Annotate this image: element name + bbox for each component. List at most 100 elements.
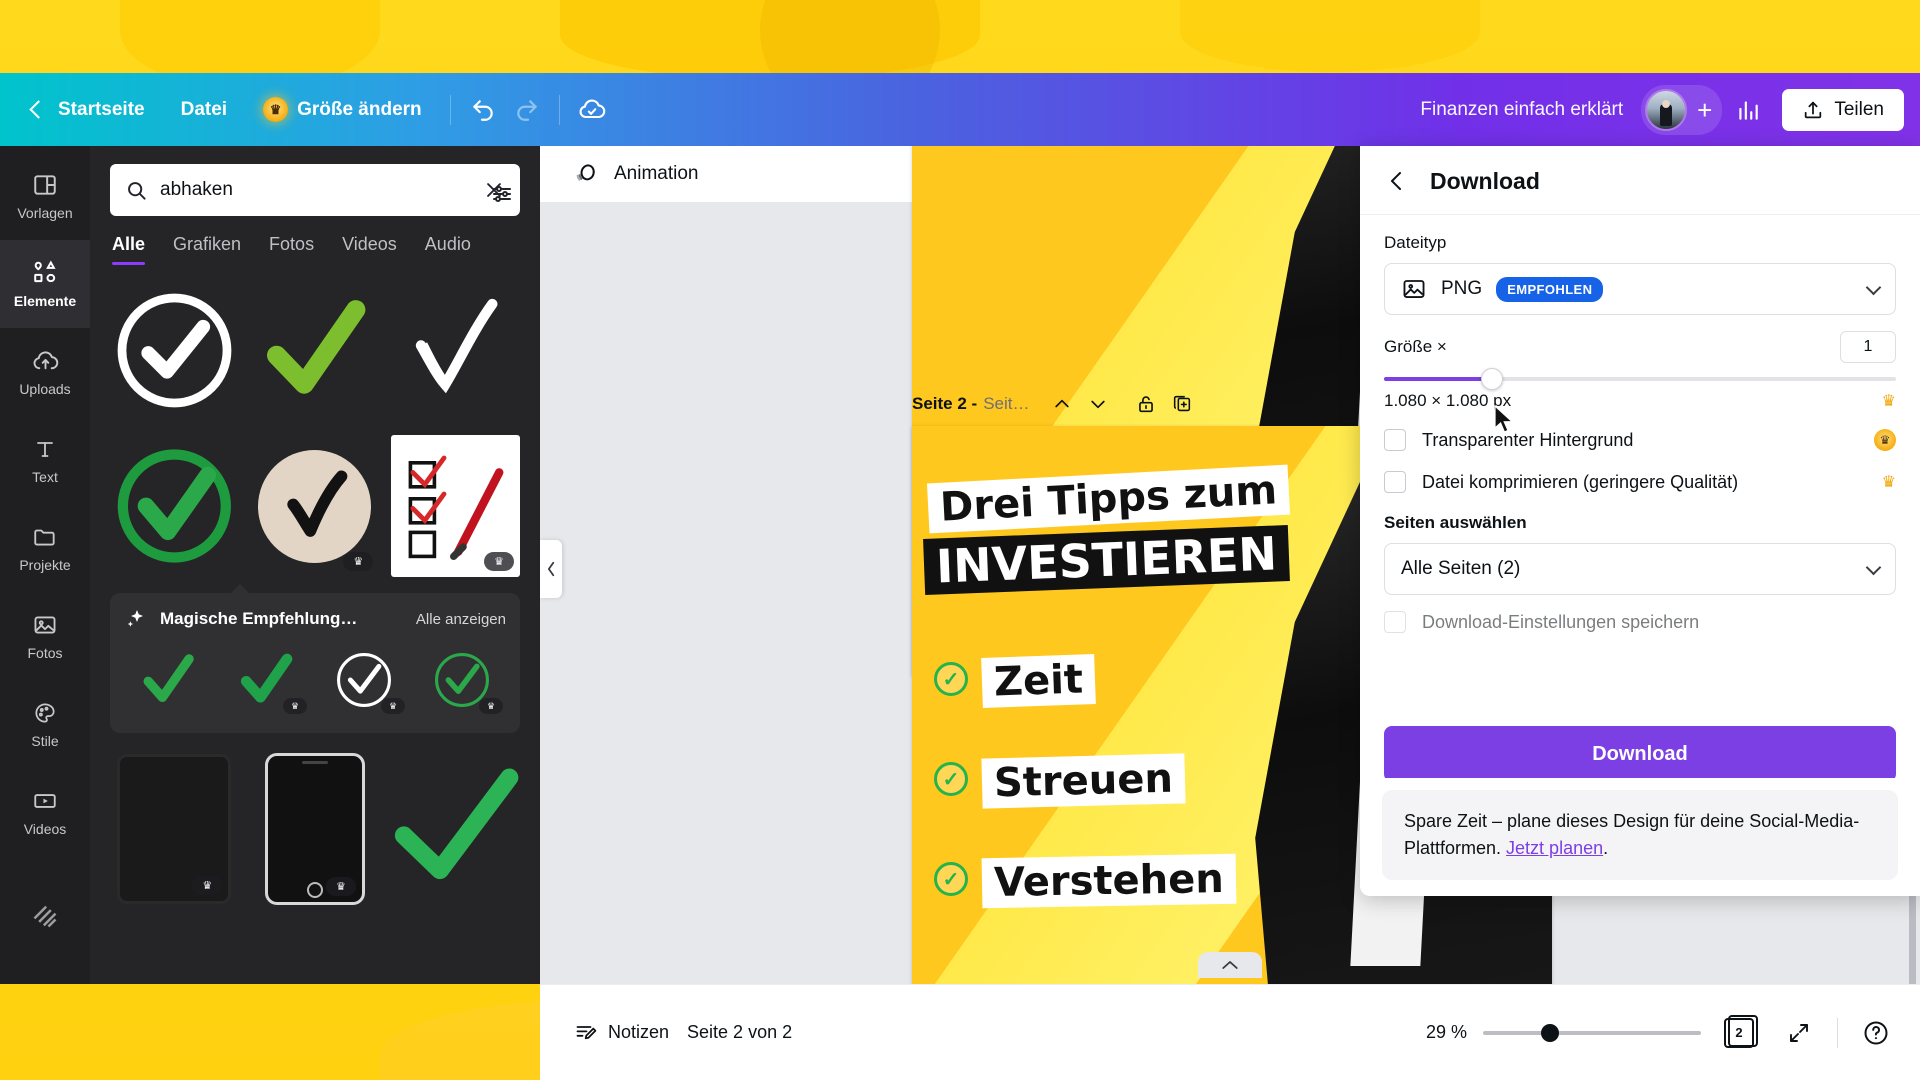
element-thumb[interactable] xyxy=(391,279,520,421)
sidebar-item-projekte[interactable]: Projekte xyxy=(0,504,90,592)
document-title: Finanzen einfach erklärt xyxy=(1420,98,1624,120)
compress-file-row[interactable]: Datei komprimieren (geringere Qualität) … xyxy=(1384,471,1896,493)
check-icon-3: ✓ xyxy=(934,862,968,896)
add-collaborator-button[interactable]: + xyxy=(1697,97,1712,123)
notes-button[interactable]: Notizen xyxy=(562,1013,681,1053)
tab-label: Grafiken xyxy=(173,234,242,254)
download-panel-header: Download xyxy=(1360,146,1920,215)
schedule-link[interactable]: Jetzt planen xyxy=(1506,838,1603,858)
element-thumb[interactable] xyxy=(110,435,239,577)
chevron-up-icon xyxy=(1222,961,1238,969)
size-slider[interactable] xyxy=(1384,368,1896,390)
tab-fotos[interactable]: Fotos xyxy=(269,234,314,265)
home-label: Startseite xyxy=(58,98,145,120)
tab-videos[interactable]: Videos xyxy=(342,234,397,265)
collapse-panel-handle[interactable] xyxy=(540,540,562,598)
collaborators[interactable]: + xyxy=(1641,84,1723,135)
file-menu-button[interactable]: Datei xyxy=(163,90,245,130)
magic-thumb[interactable]: ♛ xyxy=(320,643,408,717)
compress-file-checkbox[interactable] xyxy=(1384,471,1406,493)
page-grid-icon[interactable]: 2 xyxy=(1717,1011,1761,1055)
download-panel-footer: Spare Zeit – plane dieses Design für dei… xyxy=(1360,778,1920,896)
share-button[interactable]: Teilen xyxy=(1782,88,1904,131)
scroll-up-handle[interactable] xyxy=(1198,952,1262,978)
text-icon xyxy=(31,435,59,463)
bar-chart-icon[interactable] xyxy=(1726,88,1770,132)
element-thumb[interactable]: ♛ xyxy=(391,435,520,577)
redo-icon[interactable] xyxy=(505,88,549,132)
download-button-label: Download xyxy=(1592,742,1688,765)
size-input[interactable]: 1 xyxy=(1840,331,1896,363)
magic-thumb[interactable]: ♛ xyxy=(222,643,310,717)
cloud-check-icon[interactable] xyxy=(570,88,614,132)
zoom-percentage: 29 % xyxy=(1425,1022,1467,1042)
sidebar-label: Vorlagen xyxy=(17,205,73,221)
sidebar-label: Text xyxy=(32,469,58,485)
unlock-icon[interactable] xyxy=(1128,386,1164,422)
element-thumb[interactable] xyxy=(251,279,380,421)
search-box[interactable] xyxy=(110,164,520,216)
element-thumb[interactable] xyxy=(391,749,520,909)
sidebar-item-vorlagen[interactable]: Vorlagen xyxy=(0,152,90,240)
results-grid-row-1 xyxy=(90,265,540,421)
tab-audio[interactable]: Audio xyxy=(425,234,471,265)
size-slider-knob[interactable] xyxy=(1481,368,1504,390)
tab-alle[interactable]: Alle xyxy=(112,234,146,265)
slide-headline-2: INVESTIEREN xyxy=(923,525,1290,596)
magic-thumb[interactable]: ♛ xyxy=(418,643,506,717)
sidebar-item-videos[interactable]: Videos xyxy=(0,768,90,856)
chevron-left-icon xyxy=(29,100,48,119)
share-upload-icon xyxy=(1805,101,1822,118)
save-settings-row[interactable]: Download-Einstellungen speichern xyxy=(1384,611,1896,633)
pages-select[interactable]: Alle Seiten (2) xyxy=(1384,543,1896,595)
size-row: Größe × 1 xyxy=(1384,331,1896,363)
element-thumb[interactable]: ♛ xyxy=(251,435,380,577)
zoom-slider-knob[interactable] xyxy=(1541,1023,1559,1042)
tab-label: Alle xyxy=(112,234,146,254)
chevron-up-icon[interactable] xyxy=(1044,386,1080,422)
crown-icon: ♛ xyxy=(1881,393,1896,410)
sidebar-item-uploads[interactable]: Uploads xyxy=(0,328,90,416)
save-settings-checkbox[interactable] xyxy=(1384,611,1406,633)
transparent-background-row[interactable]: Transparenter Hintergrund ♛ xyxy=(1384,429,1896,451)
resize-button[interactable]: ♛ Größe ändern xyxy=(245,88,440,131)
fullscreen-icon[interactable] xyxy=(1777,1011,1821,1055)
download-button[interactable]: Download xyxy=(1384,726,1896,778)
sidebar-item-elemente[interactable]: Elemente xyxy=(0,240,90,328)
hatch-pattern-icon xyxy=(31,902,59,930)
crown-icon: ♛ xyxy=(1881,474,1896,491)
undo-icon[interactable] xyxy=(461,88,505,132)
tab-grafiken[interactable]: Grafiken xyxy=(173,234,241,265)
sidebar-item-background[interactable] xyxy=(0,872,90,960)
duplicate-page-icon[interactable] xyxy=(1164,386,1200,422)
animation-button[interactable]: Animation xyxy=(562,154,709,194)
chevron-left-icon[interactable] xyxy=(1382,166,1412,196)
sidebar-label: Videos xyxy=(23,821,67,837)
transparent-background-label: Transparenter Hintergrund xyxy=(1422,429,1634,450)
help-icon[interactable] xyxy=(1854,1011,1898,1055)
element-thumb[interactable] xyxy=(110,279,239,421)
home-button[interactable]: Startseite xyxy=(14,90,163,130)
search-input[interactable] xyxy=(160,179,470,201)
filter-sliders-icon[interactable] xyxy=(490,182,514,206)
check-icon-2: ✓ xyxy=(934,762,968,796)
search-icon xyxy=(124,178,148,202)
size-px-text: 1.080 × 1.080 px xyxy=(1384,391,1512,410)
magic-thumb[interactable] xyxy=(124,643,212,717)
filetype-select[interactable]: PNG EMPFOHLEN xyxy=(1384,263,1896,315)
notes-label: Notizen xyxy=(608,1022,670,1042)
tip-text: Spare Zeit – plane dieses Design für dei… xyxy=(1404,811,1860,858)
sidebar-item-stile[interactable]: Stile xyxy=(0,680,90,768)
check-icon-1: ✓ xyxy=(934,662,968,696)
templates-icon xyxy=(31,171,59,199)
element-thumb[interactable]: ♛ xyxy=(251,749,380,909)
element-thumb[interactable]: ♛ xyxy=(110,749,239,909)
zoom-slider[interactable] xyxy=(1483,1023,1701,1042)
sidebar-item-fotos[interactable]: Fotos xyxy=(0,592,90,680)
sidebar-item-text[interactable]: Text xyxy=(0,416,90,504)
slide-bullet-2: Streuen xyxy=(981,753,1186,809)
magic-see-all-link[interactable]: Alle anzeigen xyxy=(416,611,506,628)
transparent-background-checkbox[interactable] xyxy=(1384,429,1406,451)
chevron-down-icon[interactable] xyxy=(1080,386,1116,422)
filetype-value: PNG xyxy=(1441,278,1483,299)
